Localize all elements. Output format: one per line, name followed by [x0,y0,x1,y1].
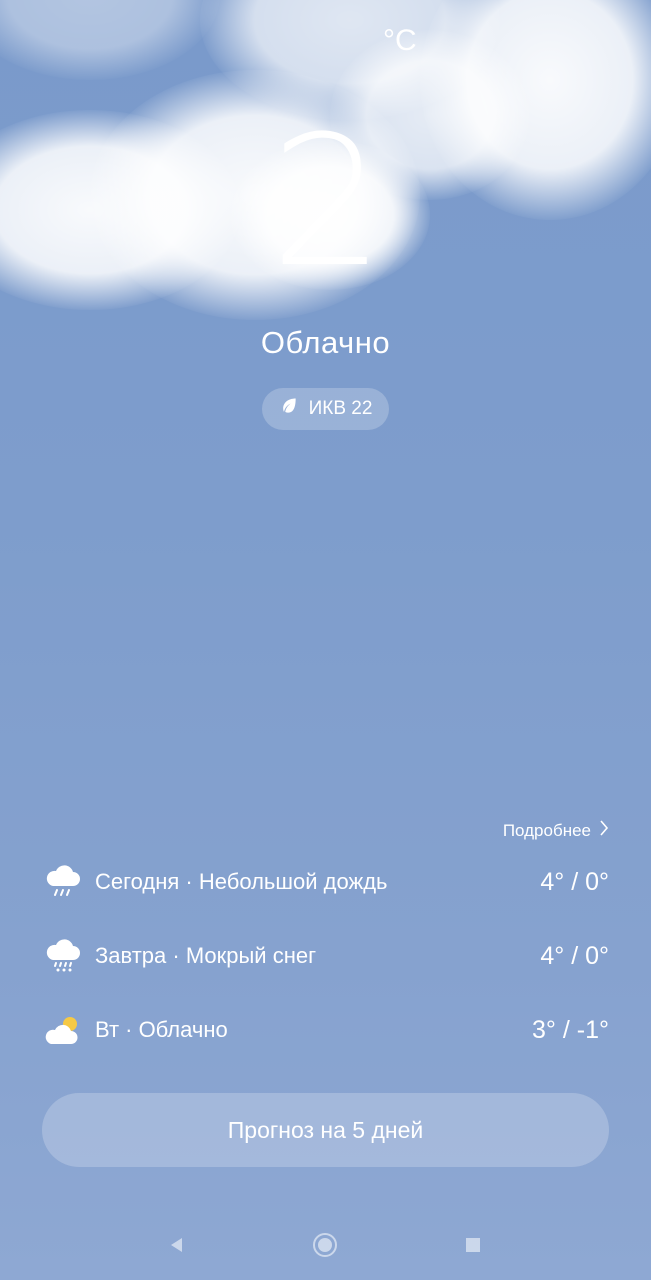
current-condition: Облачно [260,325,391,360]
forecast-row-today[interactable]: Сегодня · Небольшой дождь 4° / 0° [44,862,609,902]
forecast-day-temps: 4° / 0° [540,941,609,970]
forecast-day-temps: 4° / 0° [540,867,609,896]
back-icon[interactable] [163,1232,189,1258]
more-details-label: Подробнее [502,820,591,840]
forecast-day-label: Вт · Облачно [95,1017,228,1042]
current-temperature-block: 2 [0,108,651,298]
aqi-label: ИКВ 22 [308,398,373,419]
more-details-link[interactable]: Подробнее [503,820,609,841]
forecast-day-label: Сегодня · Небольшой дождь [95,869,388,894]
cloud-sleet-icon [44,938,82,974]
chevron-right-icon [599,820,609,841]
forecast-row-tuesday[interactable]: Вт · Облачно 3° / -1° [44,1010,609,1050]
forecast-day-temps: 3° / -1° [532,1015,609,1044]
home-icon[interactable] [312,1232,338,1258]
five-day-forecast-button[interactable]: Прогноз на 5 дней [42,1093,609,1167]
system-nav-bar [0,1220,651,1270]
cloud-rain-icon [44,864,82,900]
partly-cloudy-icon [44,1012,82,1048]
current-temperature: 2 [270,98,385,307]
forecast-row-tomorrow[interactable]: Завтра · Мокрый снег 4° / 0° [44,936,609,976]
recents-icon[interactable] [460,1232,486,1258]
temperature-unit: °C [383,24,417,57]
aqi-badge[interactable]: ИКВ 22 [262,388,389,430]
forecast-day-label: Завтра · Мокрый снег [95,943,317,968]
leaf-icon [279,396,299,422]
